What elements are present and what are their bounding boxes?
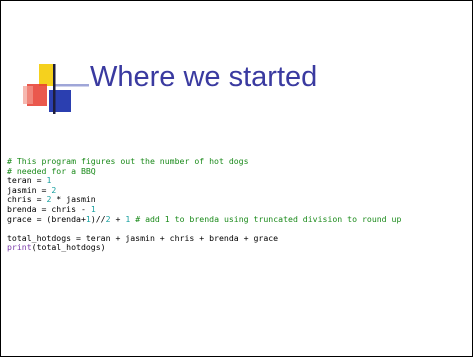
code-line: # needed for a BBQ bbox=[7, 165, 401, 177]
code-text: chris = bbox=[7, 194, 47, 205]
code-line: print(total_hotdogs) bbox=[7, 243, 401, 253]
code-text: brenda = chris - bbox=[7, 203, 91, 214]
code-line: grace = (brenda+1)//2 + 1 # add 1 to bre… bbox=[7, 213, 402, 225]
code-number: 1 bbox=[46, 175, 52, 186]
slide-decoration-icon bbox=[23, 64, 89, 114]
code-text: (total_hotdogs) bbox=[31, 242, 106, 253]
code-text: + bbox=[110, 213, 126, 224]
code-comment: # This program figures out the number of… bbox=[7, 156, 249, 166]
code-comment: # add 1 to brenda using truncated divisi… bbox=[130, 213, 402, 224]
code-text: )// bbox=[90, 213, 106, 224]
slide-title: Where we started bbox=[90, 61, 318, 93]
code-text: * jasmin bbox=[51, 194, 96, 205]
slide: Where we started # This program figures … bbox=[0, 0, 473, 357]
code-block: # This program figures out the number of… bbox=[7, 156, 402, 253]
code-builtin: print bbox=[7, 242, 32, 253]
code-text: total_hotdogs = teran + jasmin + chris +… bbox=[7, 232, 279, 243]
code-number: 2 bbox=[51, 184, 57, 195]
code-comment: # needed for a BBQ bbox=[7, 165, 96, 176]
code-number: 1 bbox=[90, 203, 96, 214]
code-text: grace = (brenda+ bbox=[7, 213, 86, 224]
code-text: jasmin = bbox=[7, 184, 52, 195]
code-text: teran = bbox=[7, 175, 47, 186]
code-line: teran = 1 bbox=[7, 175, 401, 186]
